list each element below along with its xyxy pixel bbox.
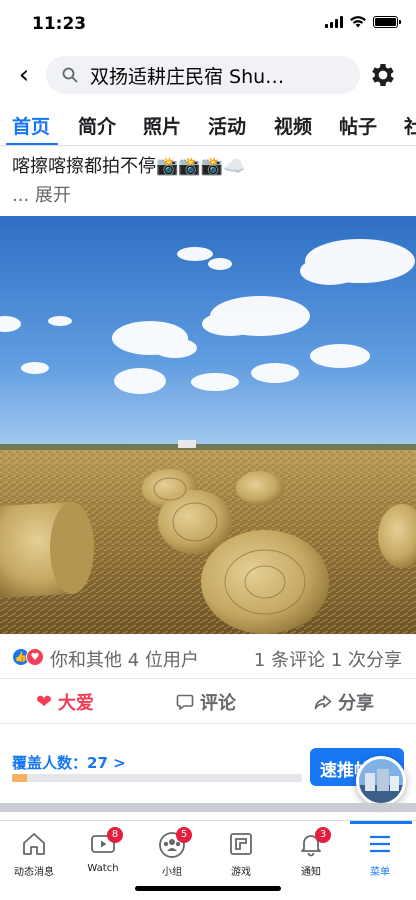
comment-count[interactable]: 1 条评论 (254, 650, 325, 671)
comment-icon (176, 694, 194, 710)
status-time: 11:23 (32, 14, 87, 34)
battery-icon (373, 16, 401, 28)
page-header: ‹ 双扬适耕庄民宿 Shu… (0, 52, 416, 98)
search-bar[interactable]: 双扬适耕庄民宿 Shu… (46, 56, 360, 94)
nav-label: 游戏 (231, 867, 251, 878)
page-avatar-bubble[interactable] (356, 756, 406, 806)
home-indicator (135, 886, 281, 891)
nav-label: 动态消息 (14, 867, 54, 878)
tab-posts[interactable]: 帖子 (339, 112, 377, 139)
post-photo[interactable] (0, 216, 416, 634)
share-count[interactable]: 1 次分享 (331, 650, 402, 671)
bell-icon: 3 (281, 827, 341, 861)
watch-badge: 8 (107, 827, 123, 843)
tab-videos[interactable]: 视频 (274, 112, 312, 139)
reaction-summary[interactable]: 你和其他 4 位用户 (50, 646, 199, 672)
love-icon: ❤ (36, 691, 52, 713)
reaction-icons: 👍 ♥ (12, 648, 44, 666)
status-bar: 11:23 (0, 0, 416, 46)
tab-home[interactable]: 首页 (12, 112, 50, 139)
gaming-icon (211, 831, 271, 861)
menu-icon (350, 831, 410, 861)
cellular-signal-icon (325, 16, 343, 28)
groups-badge: 5 (176, 827, 192, 843)
notifications-badge: 3 (315, 827, 331, 843)
nav-groups[interactable]: 5 小组 (142, 827, 202, 878)
tab-about[interactable]: 简介 (78, 112, 116, 139)
active-tab-indicator (6, 143, 58, 145)
avatar (359, 759, 403, 803)
nav-news-feed[interactable]: 动态消息 (4, 831, 64, 878)
active-nav-indicator (350, 821, 412, 824)
post-text: 喀擦喀擦都拍不停📸📸📸☁️ (12, 156, 246, 177)
comment-button[interactable]: 评论 (176, 689, 236, 715)
home-icon (4, 831, 64, 861)
see-more-link[interactable]: ... 展开 (12, 181, 71, 207)
search-icon (62, 67, 78, 83)
nav-menu[interactable]: 菜单 (350, 831, 410, 878)
nav-label: 菜单 (370, 867, 390, 878)
love-reaction-icon: ♥ (26, 648, 44, 666)
nav-label: 小组 (162, 867, 182, 878)
feed-separator (0, 803, 416, 812)
tab-photos[interactable]: 照片 (143, 112, 181, 139)
wifi-icon (350, 16, 366, 28)
nav-notifications[interactable]: 3 通知 (281, 827, 341, 878)
share-label: 分享 (338, 693, 374, 714)
reach-progress-bar (12, 774, 302, 782)
reach-link[interactable]: 覆盖人数：27 > (12, 752, 126, 773)
tab-events[interactable]: 活动 (208, 112, 246, 139)
page-tabs: 首页 简介 照片 活动 视频 帖子 社 (0, 102, 416, 146)
groups-icon: 5 (142, 827, 202, 861)
share-button[interactable]: 分享 (314, 689, 374, 715)
reach-progress-fill (12, 774, 27, 782)
gear-icon[interactable] (368, 60, 398, 90)
nav-gaming[interactable]: 游戏 (211, 831, 271, 878)
comment-share-counts[interactable]: 1 条评论 1 次分享 (254, 646, 402, 672)
search-text: 双扬适耕庄民宿 Shu… (90, 65, 285, 88)
reactions-row[interactable]: 👍 ♥ 你和其他 4 位用户 1 条评论 1 次分享 (0, 644, 416, 672)
watch-icon: 8 (73, 827, 133, 861)
love-label: 大爱 (57, 693, 94, 714)
nav-label: Watch (87, 863, 119, 874)
comment-label: 评论 (200, 693, 236, 714)
screen: { "status": {"time": "11:23"}, "header":… (0, 0, 416, 900)
share-icon (314, 695, 332, 710)
nav-watch[interactable]: 8 Watch (73, 827, 133, 874)
status-icons (325, 16, 401, 28)
back-arrow-icon[interactable]: ‹ (10, 60, 38, 90)
nav-label: 通知 (301, 867, 321, 878)
post-actions: ❤ 大爱 评论 分享 (0, 678, 416, 724)
love-button[interactable]: ❤ 大爱 (36, 689, 94, 715)
tab-community[interactable]: 社 (404, 112, 416, 139)
